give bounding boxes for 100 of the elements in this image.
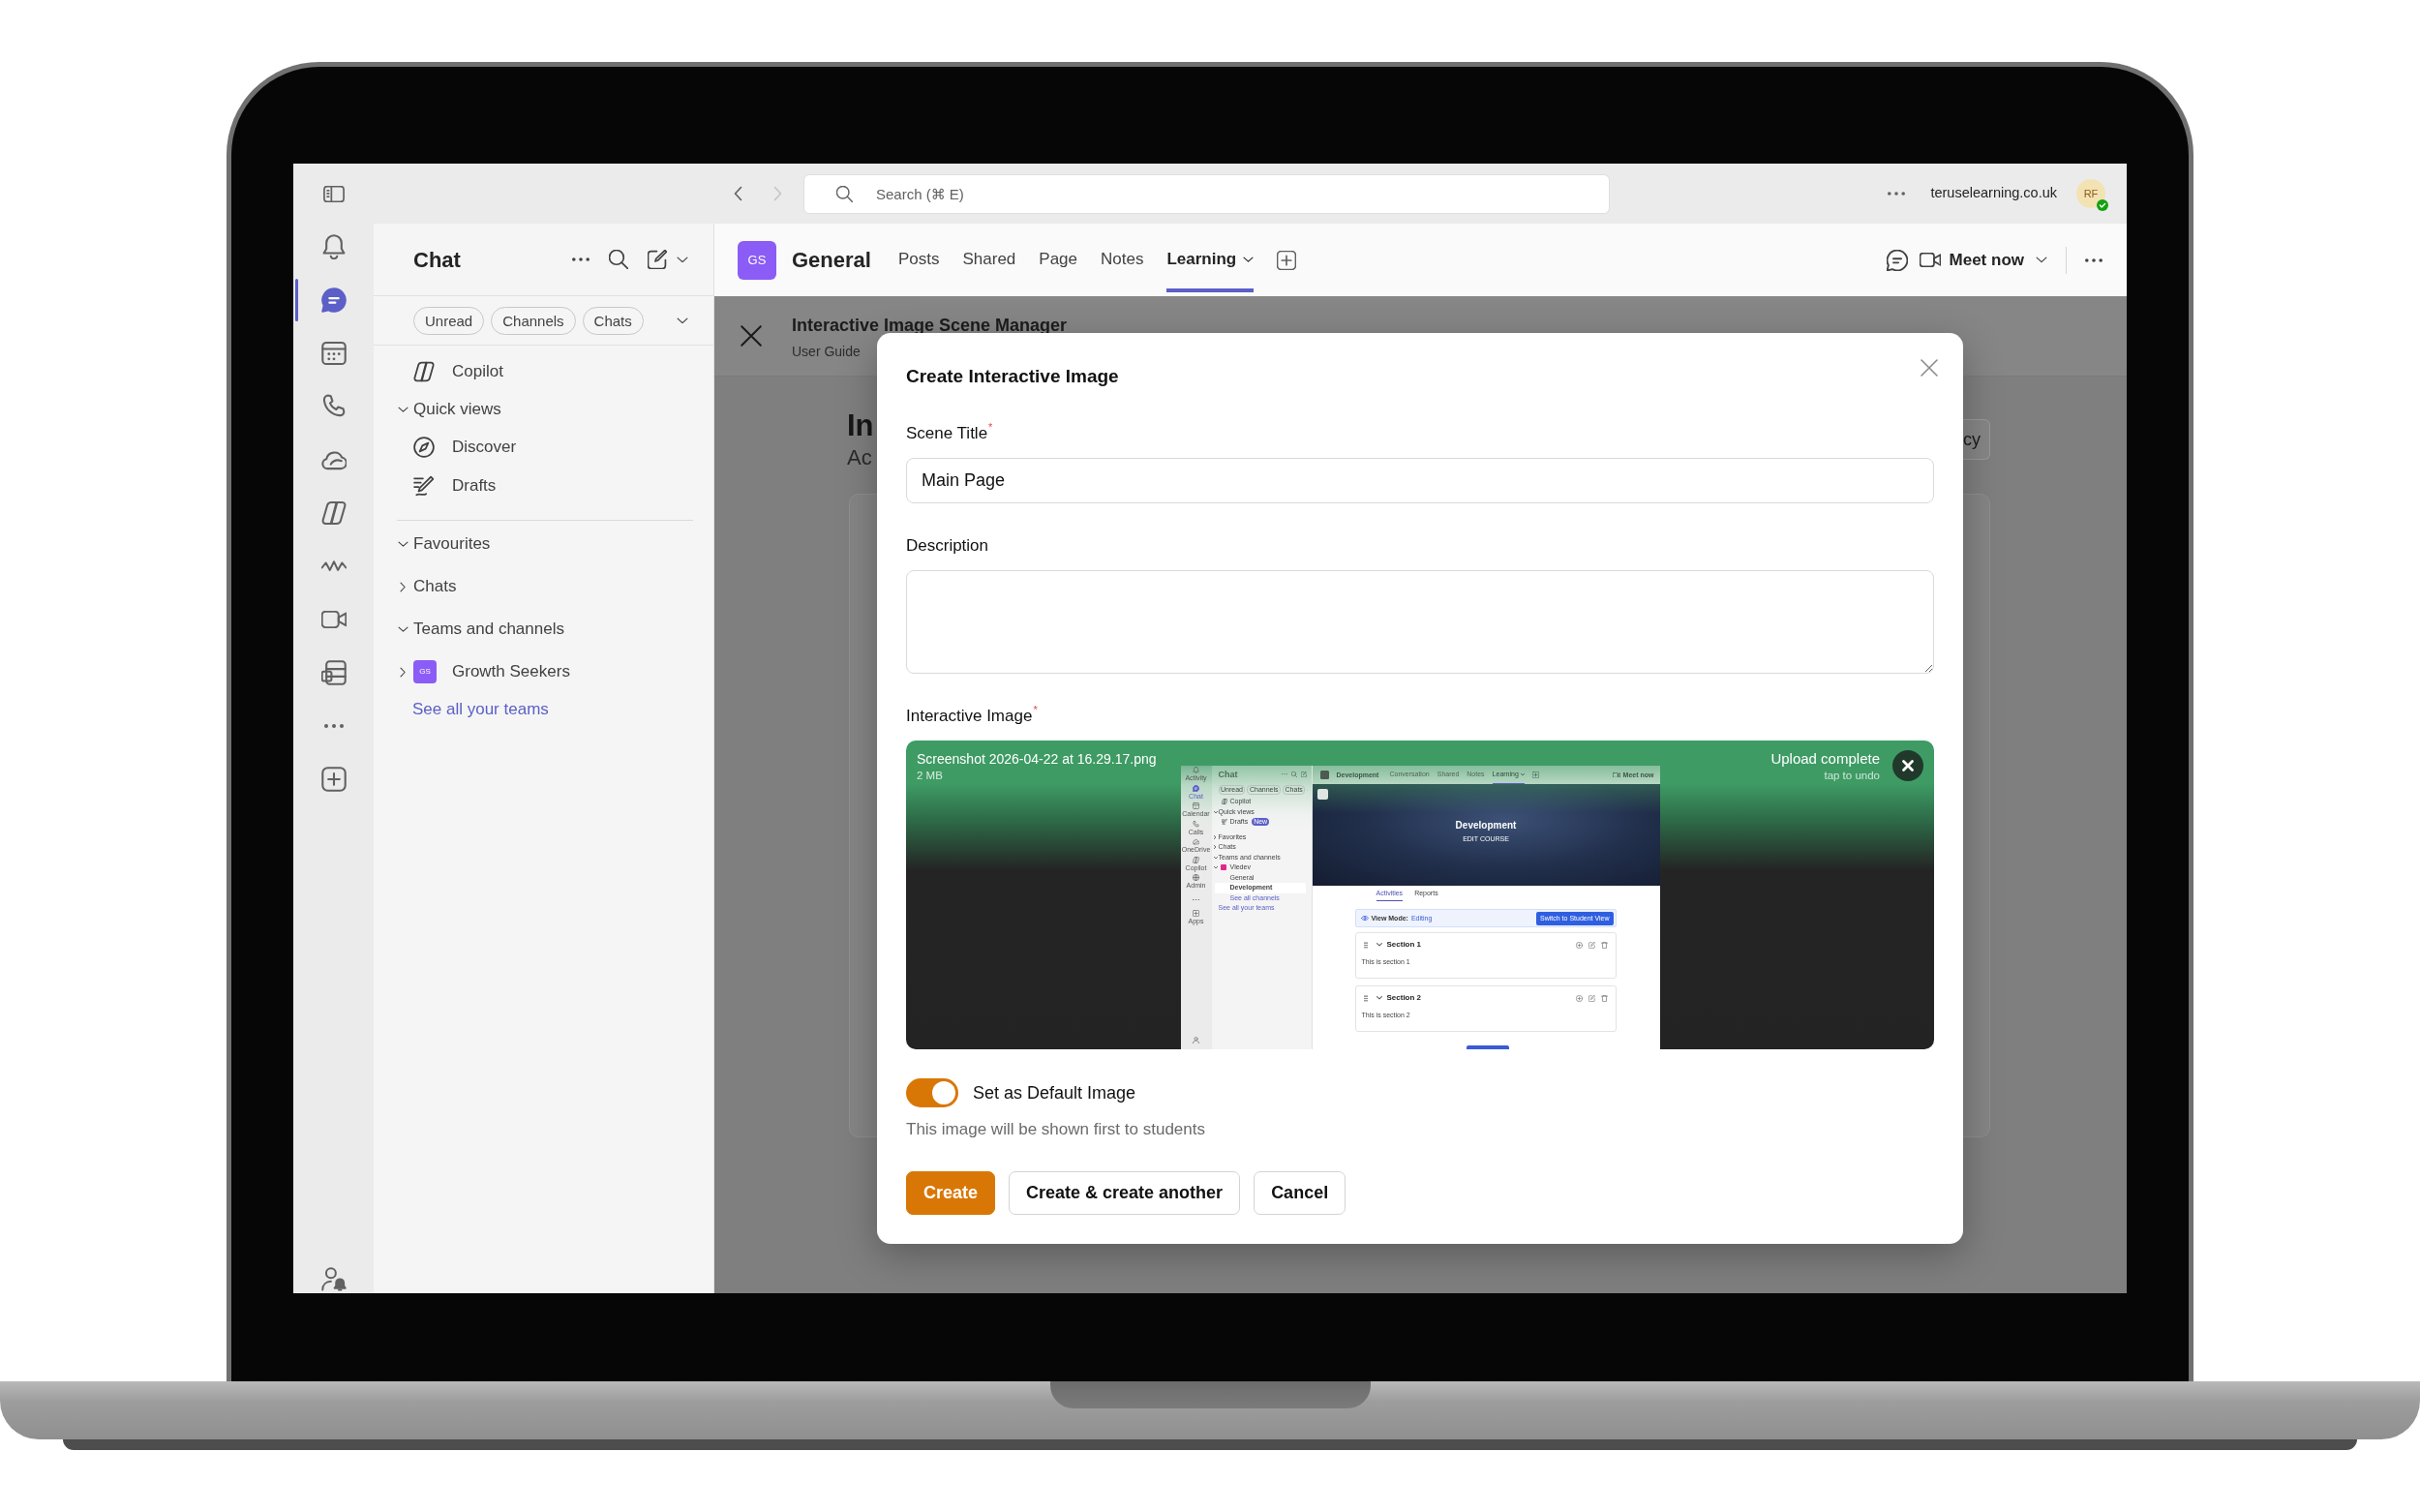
section-header[interactable]: Teams and channels xyxy=(413,617,564,642)
banner-title: Development xyxy=(1455,819,1517,832)
more-icon[interactable] xyxy=(1888,192,1906,196)
field-label: Scene Title$^{*}$ xyxy=(906,422,993,444)
chevron-down-icon[interactable] xyxy=(397,625,408,633)
create-another-button[interactable]: Create & create another xyxy=(1009,1171,1241,1215)
chevron-down-icon[interactable] xyxy=(397,406,408,413)
calendar-icon[interactable] xyxy=(1193,802,1199,810)
slanted-bars-icon[interactable] xyxy=(1193,856,1199,863)
chevron-down-icon[interactable] xyxy=(677,256,688,263)
trash-icon[interactable] xyxy=(1600,941,1608,949)
file-size: 2 MB xyxy=(917,769,944,782)
add-circle-icon[interactable] xyxy=(1575,994,1583,1002)
team-avatar: GS xyxy=(413,660,437,683)
search-icon[interactable] xyxy=(609,250,628,269)
chevron-down-icon[interactable] xyxy=(2036,257,2047,263)
chevron-left-icon[interactable] xyxy=(734,186,742,201)
upload-status: Upload complete xyxy=(1770,750,1880,768)
eye-icon xyxy=(1360,916,1369,921)
search-field[interactable]: Search (⌘ E) xyxy=(803,173,1610,214)
dialog-title: Create Interactive Image xyxy=(906,365,1119,388)
page-subheading: Ac xyxy=(847,445,873,470)
team-avatar-icon xyxy=(1220,864,1226,871)
team-name[interactable]: Growth Seekers xyxy=(452,659,570,684)
nav-item[interactable]: Copilot xyxy=(452,359,503,384)
pen-icon xyxy=(413,475,435,497)
page-title: Interactive Image Scene Manager xyxy=(792,315,1068,337)
chevron-down-icon[interactable] xyxy=(677,317,688,324)
chevron-right-icon[interactable] xyxy=(399,581,407,592)
close-icon[interactable] xyxy=(1892,750,1923,781)
phone-icon[interactable] xyxy=(320,394,347,419)
chat-icon[interactable] xyxy=(320,287,347,313)
slanted-bars-icon xyxy=(1221,799,1227,805)
file-name: Screenshot 2026-04-22 at 16.29.17.png xyxy=(917,750,1157,768)
cancel-button[interactable]: Cancel xyxy=(1254,1171,1346,1215)
video-camera-icon[interactable] xyxy=(320,611,347,628)
more-icon[interactable] xyxy=(572,257,590,261)
tab[interactable]: Posts xyxy=(897,228,940,292)
field-label: Interactive Image$^{*}$ xyxy=(906,705,1038,727)
chevron-right-icon[interactable] xyxy=(399,666,407,678)
team-avatar-icon xyxy=(1319,771,1329,779)
search-icon xyxy=(1290,771,1297,777)
partial-button[interactable] xyxy=(1466,1045,1509,1049)
chat-icon[interactable] xyxy=(1193,784,1199,792)
section-header[interactable]: Chats xyxy=(413,574,457,599)
phone-icon[interactable] xyxy=(1193,820,1199,828)
team-avatar: GS xyxy=(738,240,776,280)
person-bell-icon[interactable] xyxy=(320,1267,347,1292)
page-heading: In xyxy=(847,408,874,443)
sidebar-toggle-icon[interactable] xyxy=(322,185,345,202)
calendar-icon[interactable] xyxy=(320,341,347,366)
search-icon xyxy=(836,185,853,202)
add-circle-icon[interactable] xyxy=(1575,941,1583,949)
trash-icon[interactable] xyxy=(1600,994,1608,1002)
account-name: teruselearning.co.uk xyxy=(1930,184,2057,203)
square-icon xyxy=(1316,789,1328,800)
toggle-label: Set as Default Image xyxy=(973,1081,1136,1104)
tab[interactable]: Shared xyxy=(962,228,1016,292)
section-title: Section 1 xyxy=(1386,941,1422,949)
section-title: Section 2 xyxy=(1386,994,1422,1002)
nav-item[interactable]: Drafts xyxy=(452,473,497,499)
text-field[interactable]: Main Page xyxy=(906,458,1934,503)
compose-icon[interactable] xyxy=(648,250,667,269)
chat-bubble-icon[interactable] xyxy=(1886,249,1908,271)
more-icon[interactable] xyxy=(323,724,344,728)
add-square-icon[interactable] xyxy=(320,767,347,792)
chevron-down-icon[interactable] xyxy=(397,540,408,548)
table-icon[interactable] xyxy=(320,660,347,685)
field-label: Description xyxy=(906,535,989,557)
drag-handle-icon[interactable] xyxy=(1363,941,1368,949)
meet-now-button[interactable]: Meet now xyxy=(1919,247,2024,273)
drag-handle-icon[interactable] xyxy=(1363,994,1368,1002)
channel-name: General xyxy=(792,247,871,274)
chevron-down-icon[interactable] xyxy=(1376,943,1382,947)
action-button[interactable]: cy xyxy=(1963,419,1990,460)
section-header[interactable]: Favourites xyxy=(413,531,491,557)
globe-icon[interactable] xyxy=(1193,874,1199,882)
pane-title: Chat xyxy=(413,246,461,274)
video-camera-icon xyxy=(1612,771,1620,778)
add-square-icon[interactable] xyxy=(1193,910,1199,918)
tab[interactable]: Notes xyxy=(1101,228,1144,292)
more-icon[interactable] xyxy=(2085,257,2102,262)
section-header[interactable]: Quick views xyxy=(413,397,501,422)
page-subtitle: User Guide xyxy=(792,343,862,360)
nav-item[interactable]: Discover xyxy=(452,435,517,460)
pen-icon xyxy=(1221,819,1227,826)
compass-icon xyxy=(413,437,435,458)
user-avatar[interactable]: RF xyxy=(2076,179,2105,208)
slanted-bars-icon[interactable] xyxy=(320,500,347,526)
add-square-icon xyxy=(1531,771,1539,778)
tab[interactable]: Learning xyxy=(1166,228,1255,292)
pane-title: Chat xyxy=(1218,770,1238,779)
slanted-bars-icon xyxy=(413,361,435,382)
activity-wave-icon[interactable] xyxy=(320,559,347,573)
chevron-down-icon[interactable] xyxy=(1376,996,1382,1000)
person-icon xyxy=(1193,1037,1199,1043)
bell-icon[interactable] xyxy=(320,234,347,259)
toggle-switch[interactable] xyxy=(906,1078,958,1107)
teams-link[interactable]: See all your teams xyxy=(412,697,549,722)
tab[interactable]: Page xyxy=(1039,228,1077,292)
